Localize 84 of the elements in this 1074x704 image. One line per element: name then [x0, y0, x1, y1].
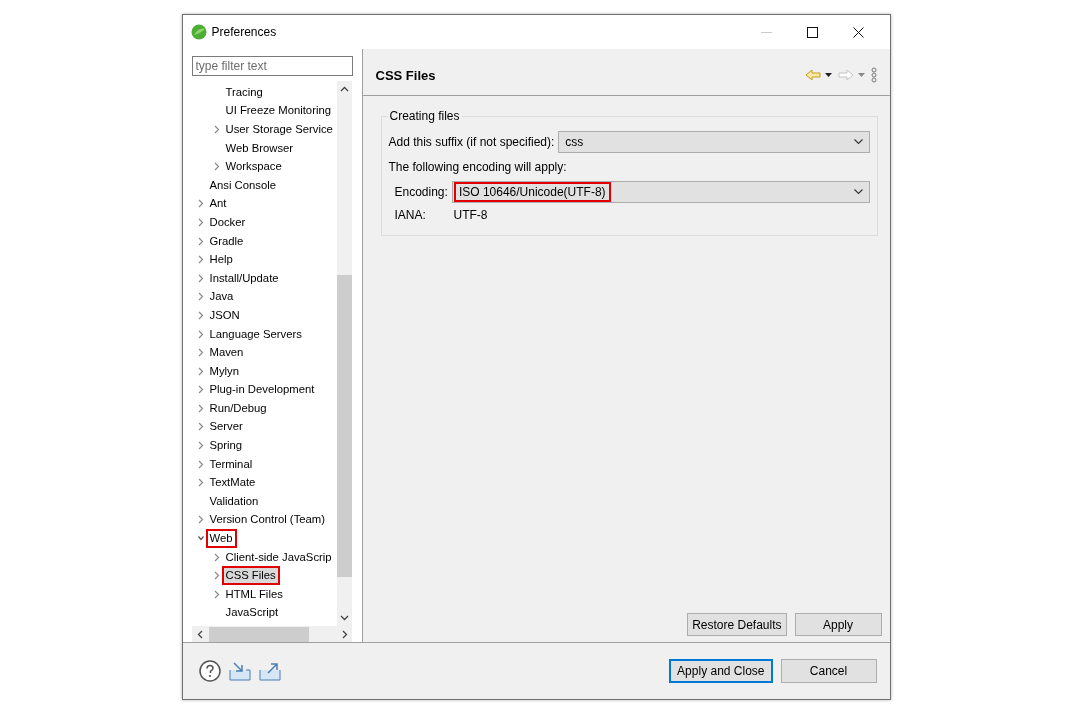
scrollbar-thumb[interactable]: [336, 275, 352, 577]
scrollbar-thumb[interactable]: [208, 626, 309, 642]
scroll-up-icon[interactable]: [339, 86, 349, 92]
horizontal-scrollbar[interactable]: [191, 626, 352, 642]
close-icon[interactable]: [853, 26, 864, 38]
filter-field[interactable]: type filter text: [191, 56, 353, 76]
expand-chevron-icon[interactable]: [197, 310, 204, 320]
expand-chevron-icon[interactable]: [213, 125, 220, 134]
tree-item[interactable]: Web Browser: [221, 138, 298, 158]
tree-item[interactable]: HTML Files: [221, 584, 287, 604]
field-value: UTF-8: [453, 208, 488, 222]
tree-item[interactable]: Version Control (Team): [205, 510, 330, 530]
scroll-left-icon[interactable]: [196, 629, 203, 639]
dropdown-caret-icon[interactable]: [824, 73, 832, 77]
expand-chevron-icon[interactable]: [197, 366, 204, 376]
field-label: Add this suffix (if not specified):: [388, 135, 555, 149]
tree-item[interactable]: Mylyn: [205, 361, 243, 381]
vertical-scrollbar[interactable]: [336, 81, 352, 626]
expand-chevron-icon[interactable]: [197, 422, 204, 432]
tree-item[interactable]: Server: [205, 417, 247, 437]
maximize-icon[interactable]: [807, 26, 818, 38]
tree-item[interactable]: Plug-in Development: [205, 380, 319, 400]
tree-item[interactable]: JSON: [205, 305, 244, 325]
export-icon[interactable]: [258, 661, 281, 681]
help-icon[interactable]: [198, 660, 221, 682]
apply-button[interactable]: Apply: [794, 613, 882, 636]
field-label: IANA:: [394, 208, 427, 222]
tree-item[interactable]: Install/Update: [205, 268, 283, 288]
expand-chevron-icon[interactable]: [213, 571, 220, 581]
expand-chevron-icon[interactable]: [197, 255, 204, 265]
expand-chevron-icon[interactable]: [197, 292, 204, 302]
tree-item[interactable]: Client-side JavaScrip: [221, 547, 336, 567]
expand-chevron-icon[interactable]: [197, 478, 204, 488]
tree-item[interactable]: Spring: [205, 436, 247, 456]
tree-item[interactable]: CSS Files: [221, 566, 280, 586]
window-title: Preferences: [211, 25, 277, 39]
scroll-right-icon[interactable]: [341, 629, 348, 639]
tree-item[interactable]: Terminal: [205, 454, 257, 474]
expand-chevron-icon[interactable]: [197, 217, 204, 227]
cancel-button[interactable]: Cancel: [780, 659, 877, 683]
expand-chevron-icon[interactable]: [213, 162, 220, 172]
more-options-icon[interactable]: [870, 67, 877, 83]
suffix-dropdown[interactable]: css: [558, 131, 870, 153]
encoding-dropdown[interactable]: ISO 10646/Unicode(UTF-8): [451, 181, 870, 203]
tree-item[interactable]: Gradle: [205, 231, 248, 251]
tree-item[interactable]: Help: [205, 250, 237, 270]
tree-item[interactable]: Docker: [205, 212, 250, 232]
field-label: Encoding:: [394, 185, 448, 199]
expand-chevron-icon[interactable]: [197, 329, 204, 339]
tree-item[interactable]: Tracing: [221, 82, 267, 102]
apply-and-close-button[interactable]: Apply and Close: [669, 659, 773, 683]
tree-item[interactable]: Ansi Console: [205, 175, 281, 195]
tree-item[interactable]: User Storage Service: [221, 120, 337, 139]
tree-item[interactable]: Validation: [205, 491, 263, 511]
tree-item[interactable]: Workspace: [221, 157, 286, 177]
expand-chevron-icon[interactable]: [197, 236, 204, 246]
scroll-down-icon[interactable]: [339, 615, 349, 621]
group-title: Creating files: [387, 109, 462, 123]
expand-chevron-icon[interactable]: [197, 459, 204, 469]
tree-item[interactable]: Web: [205, 529, 237, 549]
expand-chevron-icon[interactable]: [197, 385, 204, 395]
import-icon[interactable]: [228, 661, 251, 681]
expand-chevron-icon[interactable]: [197, 403, 204, 413]
expand-chevron-icon[interactable]: [213, 589, 220, 599]
expand-chevron-icon[interactable]: [197, 441, 204, 451]
dropdown-chevron-icon[interactable]: [853, 189, 863, 195]
tree-item[interactable]: TextMate: [205, 473, 260, 493]
tree-item[interactable]: Java: [205, 287, 238, 307]
info-text: The following encoding will apply:: [388, 160, 568, 174]
expand-chevron-icon[interactable]: [197, 273, 204, 283]
expand-chevron-icon[interactable]: [197, 515, 204, 525]
tree-item[interactable]: JavaScript: [221, 603, 283, 623]
tree-item[interactable]: Language Servers: [205, 324, 306, 344]
restore-defaults-button[interactable]: Restore Defaults: [687, 613, 787, 636]
expand-chevron-icon[interactable]: [197, 348, 204, 358]
page-title: CSS Files: [375, 67, 437, 83]
expand-chevron-icon[interactable]: [213, 552, 220, 562]
tree-item[interactable]: Run/Debug: [205, 398, 271, 418]
expand-chevron-icon[interactable]: [197, 199, 204, 209]
tree-item[interactable]: Ant: [205, 194, 231, 214]
dropdown-chevron-icon[interactable]: [853, 139, 863, 145]
tree-item[interactable]: UI Freeze Monitoring: [221, 101, 335, 121]
app-logo-icon: [190, 24, 207, 40]
tree-item[interactable]: Maven: [205, 343, 248, 363]
